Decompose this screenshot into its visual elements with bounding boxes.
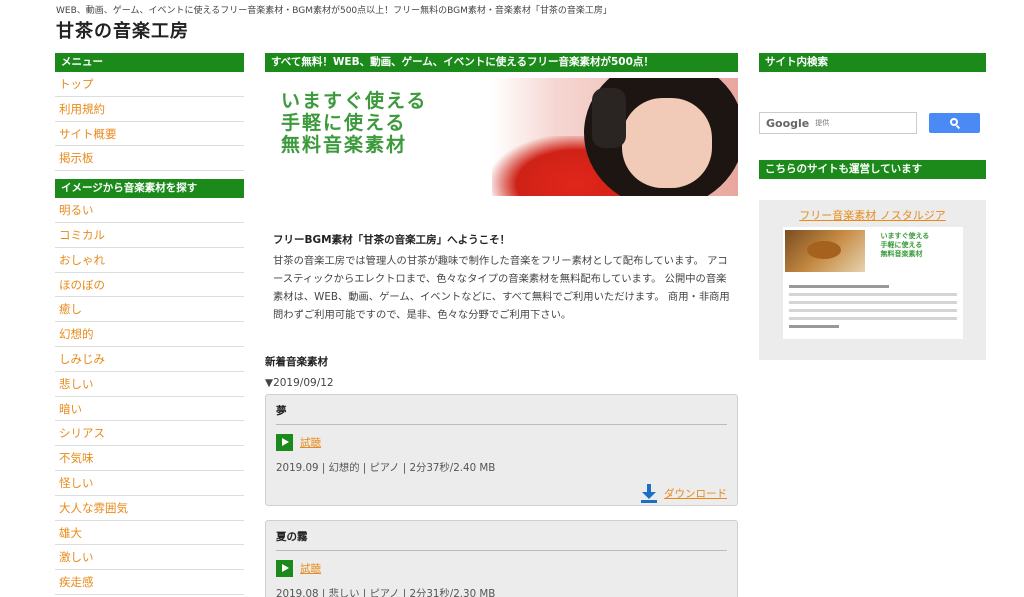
intro-title: フリーBGM素材「甘茶の音楽工房」へようこそ！ <box>273 234 511 246</box>
intro-section: フリーBGM素材「甘茶の音楽工房」へようこそ！ 甘茶の音楽工房では管理人の甘茶が… <box>265 232 738 324</box>
image-item[interactable]: しみじみ <box>55 347 244 372</box>
right-sidebar: サイト内検索 Google 提供 こちらのサイトも運営しています フリー音楽素材… <box>759 53 986 360</box>
search-button[interactable] <box>929 113 980 133</box>
promo-thumb-body <box>788 285 957 333</box>
new-tracks-heading: 新着音楽素材 <box>265 356 328 368</box>
image-item[interactable]: 暗い <box>55 397 244 422</box>
release-date: ▼2019/09/12 <box>265 377 334 389</box>
image-item[interactable]: 疾走感 <box>55 570 244 595</box>
hero-line: いますぐ使える <box>281 90 428 112</box>
menu-item-bbs[interactable]: 掲示板 <box>55 146 244 172</box>
site-search: Google 提供 <box>759 112 986 134</box>
menu-heading: メニュー <box>55 53 244 72</box>
promo-thumbnail[interactable]: いますぐ使える 手軽に使える 無料音楽素材 <box>782 227 963 339</box>
promo-thumb-text: いますぐ使える 手軽に使える 無料音楽素材 <box>881 232 930 259</box>
track-name: 夏の霧 <box>276 529 727 551</box>
download-icon[interactable] <box>640 483 658 503</box>
site-description: WEB、動画、ゲーム、イベントに使えるフリー音楽素材・BGM素材が500点以上！… <box>56 6 612 16</box>
search-input[interactable]: Google 提供 <box>759 112 917 134</box>
hero-banner: いますぐ使える 手軽に使える 無料音楽素材 <box>265 78 738 198</box>
promo-line: 手軽に使える <box>880 241 923 249</box>
menu-item-terms[interactable]: 利用規約 <box>55 97 244 122</box>
other-sites-heading: こちらのサイトも運営しています <box>759 160 986 179</box>
site-title[interactable]: 甘茶の音楽工房 <box>56 17 189 43</box>
image-item[interactable]: 幻想的 <box>55 322 244 347</box>
intro-body: 甘茶の音楽工房では管理人の甘茶が趣味で制作した音楽をフリー素材として配布していま… <box>273 255 730 321</box>
search-heading: サイト内検索 <box>759 53 986 72</box>
menu-item-overview[interactable]: サイト概要 <box>55 122 244 147</box>
play-icon[interactable] <box>276 559 293 577</box>
image-item[interactable]: 大人な雰囲気 <box>55 496 244 521</box>
image-item[interactable]: コミカル <box>55 223 244 248</box>
hero-line: 無料音楽素材 <box>281 134 408 156</box>
image-item[interactable]: おしゃれ <box>55 248 244 273</box>
promo-line: いますぐ使える <box>880 232 930 240</box>
headphone-icon <box>592 88 626 148</box>
menu-item-top[interactable]: トップ <box>55 72 244 97</box>
search-provided-label: 提供 <box>815 119 830 127</box>
track-meta: 2019.08 | 悲しい | ピアノ | 2分31秒/2.30 MB <box>276 588 496 597</box>
hero-text: いますぐ使える 手軽に使える 無料音楽素材 <box>281 90 427 156</box>
hero-line: 手軽に使える <box>281 112 407 134</box>
image-item[interactable]: 不気味 <box>55 446 244 471</box>
google-logo: Google <box>766 116 810 130</box>
play-icon[interactable] <box>276 433 293 451</box>
image-search-heading: イメージから音楽素材を探す <box>55 179 244 199</box>
hero-photo <box>492 78 738 196</box>
promo-line: 無料音楽素材 <box>880 250 923 258</box>
download-link[interactable]: ダウンロード <box>664 486 727 501</box>
left-sidebar: メニュー トップ 利用規約 サイト概要 掲示板 イメージから音楽素材を探す 明る… <box>55 53 244 595</box>
promo-link[interactable]: フリー音楽素材 ノスタルジア <box>759 207 986 223</box>
image-item[interactable]: 悲しい <box>55 372 244 397</box>
image-item[interactable]: 怪しい <box>55 471 244 496</box>
image-item[interactable]: 明るい <box>55 198 244 223</box>
listen-link[interactable]: 試聴 <box>300 561 321 576</box>
image-item[interactable]: シリアス <box>55 421 244 447</box>
track-card: 夢 試聴 2019.09 | 幻想的 | ピアノ | 2分37秒/2.40 MB… <box>265 394 738 506</box>
banner-heading: すべて無料！WEB、動画、ゲーム、イベントに使えるフリー音楽素材が500点！ <box>265 53 738 72</box>
image-item[interactable]: 雄大 <box>55 521 244 546</box>
image-item[interactable]: 激しい <box>55 545 244 571</box>
track-name: 夢 <box>276 403 727 425</box>
main-content: すべて無料！WEB、動画、ゲーム、イベントに使えるフリー音楽素材が500点！ い… <box>265 53 738 597</box>
track-meta: 2019.09 | 幻想的 | ピアノ | 2分37秒/2.40 MB <box>276 462 496 474</box>
listen-link[interactable]: 試聴 <box>300 435 321 450</box>
image-item[interactable]: ほのぼの <box>55 273 244 298</box>
track-card: 夏の霧 試聴 2019.08 | 悲しい | ピアノ | 2分31秒/2.30 … <box>265 520 738 597</box>
promo-card: フリー音楽素材 ノスタルジア いますぐ使える 手軽に使える 無料音楽素材 <box>759 200 986 360</box>
guitar-icon <box>806 241 841 259</box>
image-item[interactable]: 癒し <box>55 297 244 323</box>
